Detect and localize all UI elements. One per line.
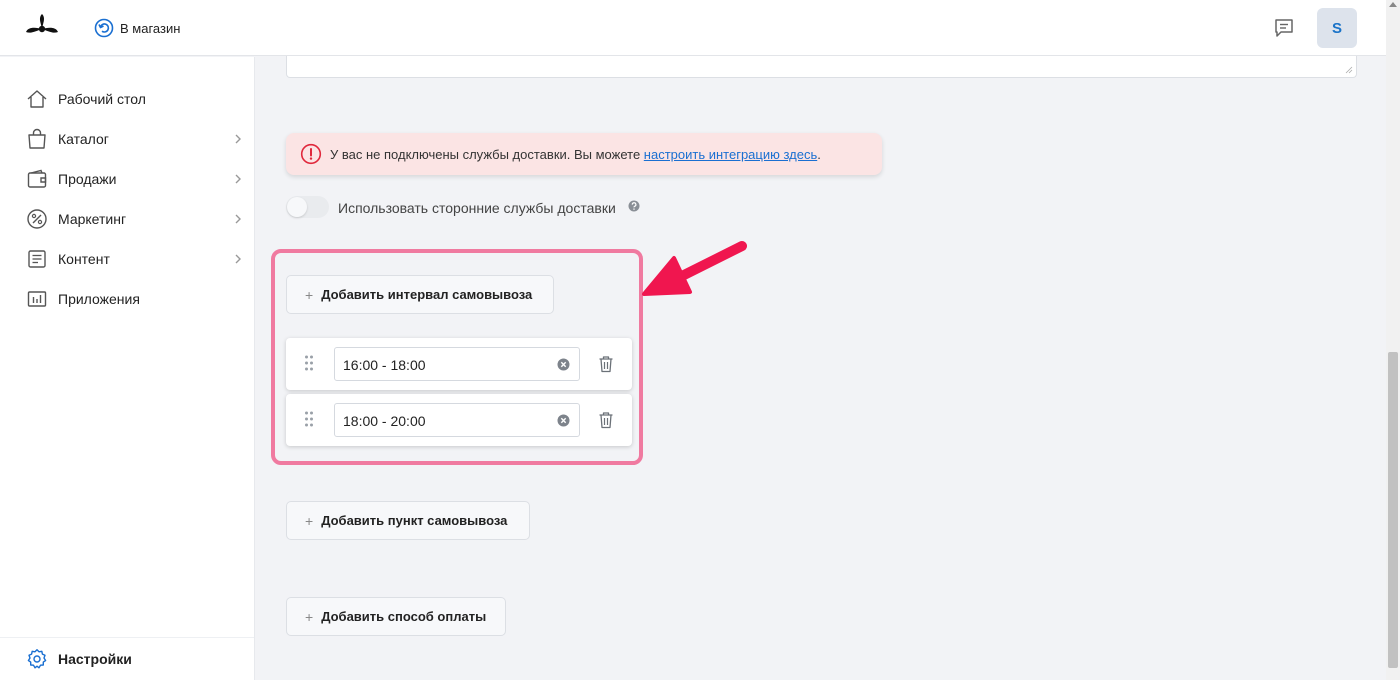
add-pickup-point-button[interactable]: + Добавить пункт самовывоза	[286, 501, 530, 540]
home-icon	[27, 90, 47, 108]
button-label: Добавить способ оплаты	[321, 609, 487, 624]
plus-icon: +	[305, 608, 314, 625]
sidebar-item-label: Маркетинг	[58, 211, 127, 227]
back-to-store-link[interactable]: В магазин	[94, 18, 180, 38]
sidebar-item-sales[interactable]: Продажи	[0, 161, 254, 197]
button-label: Добавить пункт самовывоза	[321, 513, 508, 528]
chevron-right-icon	[235, 214, 241, 224]
description-textarea[interactable]	[286, 56, 1357, 78]
delivery-alert: У вас не подключены службы доставки. Вы …	[286, 133, 882, 175]
toggle-knob	[287, 197, 307, 217]
sidebar-item-catalog[interactable]: Каталог	[0, 121, 254, 157]
add-payment-method-button[interactable]: + Добавить способ оплаты	[286, 597, 506, 636]
back-circle-icon	[94, 18, 114, 38]
sidebar-item-dashboard[interactable]: Рабочий стол	[0, 81, 254, 117]
sidebar-item-apps[interactable]: Приложения	[0, 281, 254, 317]
alert-text: У вас не подключены службы доставки. Вы …	[330, 147, 821, 162]
sidebar-item-content[interactable]: Контент	[0, 241, 254, 277]
wallet-icon	[27, 169, 47, 188]
sidebar-item-label: Рабочий стол	[58, 91, 146, 107]
third-party-delivery-toggle[interactable]	[286, 196, 329, 218]
sidebar: Рабочий стол Каталог Продажи Маркетинг К…	[0, 57, 255, 680]
gear-icon	[27, 649, 47, 669]
chevron-right-icon	[235, 254, 241, 264]
pointer-arrow-icon	[642, 241, 747, 296]
sidebar-item-label: Продажи	[58, 171, 117, 187]
chevron-right-icon	[235, 134, 241, 144]
user-avatar[interactable]: S	[1317, 8, 1357, 48]
page-scrollbar[interactable]	[1386, 0, 1400, 680]
store-link-label: В магазин	[120, 20, 181, 36]
highlight-frame	[271, 249, 643, 465]
shopping-bag-icon	[28, 128, 46, 149]
sidebar-item-label: Каталог	[58, 131, 109, 147]
sidebar-item-settings[interactable]: Настройки	[0, 637, 254, 680]
percent-icon	[27, 209, 47, 229]
plus-icon: +	[305, 512, 314, 529]
chevron-right-icon	[235, 174, 241, 184]
sidebar-item-label: Приложения	[58, 291, 140, 307]
resize-grip-icon[interactable]	[1345, 66, 1353, 74]
sidebar-item-label: Настройки	[58, 651, 132, 667]
exclamation-circle-icon	[300, 143, 322, 165]
bar-chart-icon	[27, 291, 47, 307]
toggle-label: Использовать сторонние службы доставки	[338, 200, 616, 216]
chat-icon[interactable]	[1272, 16, 1296, 40]
sidebar-item-label: Контент	[58, 251, 110, 267]
document-icon	[28, 250, 46, 268]
question-circle-icon[interactable]	[628, 200, 640, 212]
sidebar-item-marketing[interactable]: Маркетинг	[0, 201, 254, 237]
scrollbar-thumb[interactable]	[1388, 352, 1398, 668]
setup-integration-link[interactable]: настроить интеграцию здесь	[644, 147, 817, 162]
top-bar: В магазин S	[0, 0, 1386, 56]
scroll-up-arrow-icon[interactable]	[1389, 2, 1397, 7]
propeller-logo-icon[interactable]	[24, 12, 60, 44]
